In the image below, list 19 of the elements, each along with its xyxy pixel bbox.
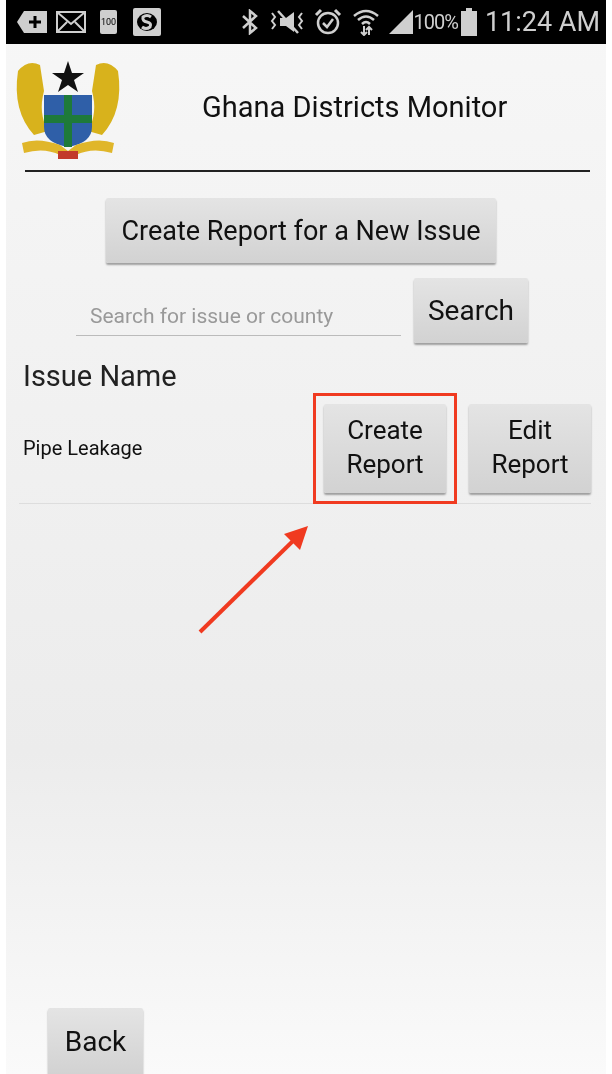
- clock-time: 11:24 AM: [484, 6, 600, 38]
- signal-icon: [387, 9, 414, 35]
- column-heading: Issue Name: [23, 359, 178, 393]
- battery-percentage: 100%: [413, 10, 458, 34]
- search-field[interactable]: Search for issue or county: [76, 296, 401, 336]
- battery-icon: [460, 8, 477, 36]
- notification-badge: 100: [100, 10, 117, 34]
- alarm-clock-icon: [313, 8, 342, 36]
- back-button[interactable]: Back: [48, 1008, 143, 1074]
- create-new-issue-report-button[interactable]: Create Report for a New Issue: [106, 198, 496, 263]
- wifi-icon: [351, 8, 380, 36]
- mail-icon: [56, 11, 86, 33]
- edit-report-button[interactable]: Edit Report: [469, 403, 591, 493]
- s-logo-icon: [133, 8, 161, 36]
- add-icon: [16, 10, 48, 34]
- issue-name: Pipe Leakage: [23, 436, 144, 460]
- app-title: Ghana Districts Monitor: [202, 90, 508, 124]
- search-button[interactable]: Search: [414, 278, 528, 343]
- create-report-button[interactable]: Create Report: [324, 403, 446, 493]
